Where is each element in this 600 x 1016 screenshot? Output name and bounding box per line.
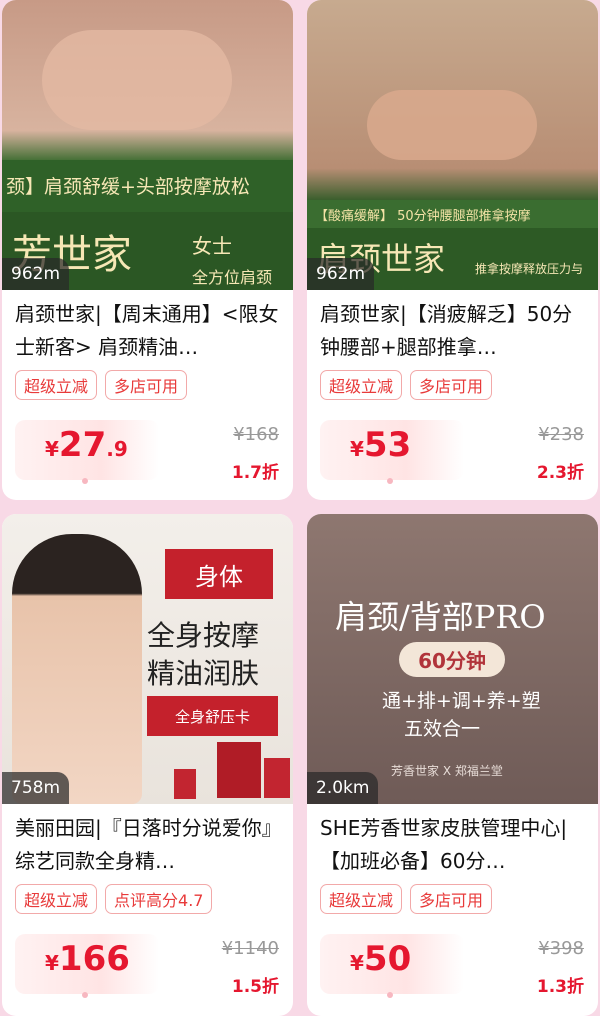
- tag-multi-store: 多店可用: [410, 884, 493, 914]
- poster-tag2: 推拿按摩释放压力与: [475, 262, 584, 276]
- poster-line2: 精油润肤: [147, 657, 260, 690]
- original-price: ¥1140: [221, 938, 279, 959]
- current-price: ¥166: [45, 939, 130, 979]
- product-title[interactable]: SHE芳香世家皮肤管理中心|【加班必备】60分…: [320, 812, 588, 878]
- tag-super-discount: 超级立减: [15, 884, 98, 914]
- tag-multi-store: 多店可用: [105, 370, 188, 400]
- hands-shape: [367, 90, 537, 160]
- poster-band: 全身舒压卡: [147, 696, 278, 736]
- price-box: ¥53: [320, 420, 464, 484]
- poster-banner-text: 颈】肩颈舒缓+头部按摩放松: [6, 176, 250, 198]
- price-dot: [387, 478, 393, 484]
- product-card[interactable]: 肩颈/背部PRO 60分钟 通+排+调+养+塑 五效合一 芳香世家 X 郑福兰堂…: [307, 514, 598, 1016]
- distance-badge: 758m: [2, 772, 70, 804]
- tag-rating: 点评高分4.7: [105, 884, 213, 914]
- gift-box-icon: [264, 758, 290, 798]
- current-price: ¥50: [350, 939, 412, 979]
- tag-super-discount: 超级立减: [320, 884, 403, 914]
- original-price: ¥168: [233, 424, 279, 445]
- gift-box-icon: [217, 742, 261, 798]
- price-dot: [82, 478, 88, 484]
- price-dot: [387, 992, 393, 998]
- price-box: ¥166: [15, 934, 159, 998]
- tag-list: 超级立减 多店可用: [15, 370, 188, 400]
- product-thumbnail[interactable]: 身体 全身按摩 精油润肤 全身舒压卡 758m: [2, 514, 293, 804]
- tag-super-discount: 超级立减: [320, 370, 403, 400]
- current-price: ¥53: [350, 425, 412, 465]
- product-title[interactable]: 美丽田园|『日落时分说爱你』综艺同款全身精…: [15, 812, 283, 878]
- poster-pill: 60分钟: [399, 642, 505, 677]
- product-card[interactable]: 【酸痛缓解】 50分钟腰腿部推拿按摩 肩颈世家 推拿按摩释放压力与 962m 肩…: [307, 0, 598, 500]
- product-grid: 颈】肩颈舒缓+头部按摩放松 芳世家 女士 全方位肩颈 962m 肩颈世家|【周末…: [0, 0, 600, 1016]
- discount-rate: 1.5折: [231, 977, 279, 997]
- discount-rate: 1.7折: [231, 463, 279, 483]
- product-card[interactable]: 身体 全身按摩 精油润肤 全身舒压卡 758m 美丽田园|『日落时分说爱你』综艺…: [2, 514, 293, 1016]
- poster-line1: 全身按摩: [147, 619, 260, 652]
- distance-badge: 962m: [2, 258, 70, 290]
- discount-rate: 1.3折: [536, 977, 584, 997]
- tag-super-discount: 超级立减: [15, 370, 98, 400]
- gift-box-icon: [174, 769, 196, 799]
- price-box: ¥27.9: [15, 420, 159, 484]
- discount-rate: 2.3折: [536, 463, 584, 483]
- poster-line2: 五效合一: [404, 718, 481, 740]
- price-box: ¥50: [320, 934, 464, 998]
- distance-badge: 962m: [307, 258, 375, 290]
- distance-badge: 2.0km: [307, 772, 379, 804]
- hand-shape: [42, 30, 232, 130]
- poster-banner: 颈】肩颈舒缓+头部按摩放松: [2, 160, 293, 212]
- tag-multi-store: 多店可用: [410, 370, 493, 400]
- tag-list: 超级立减 多店可用: [320, 884, 493, 914]
- poster-tag1: 女士: [192, 234, 232, 258]
- product-card[interactable]: 颈】肩颈舒缓+头部按摩放松 芳世家 女士 全方位肩颈 962m 肩颈世家|【周末…: [2, 0, 293, 500]
- poster-badge: 身体: [165, 549, 273, 599]
- model-silhouette: [12, 534, 142, 804]
- original-price: ¥398: [538, 938, 584, 959]
- poster-heading: 肩颈/背部PRO: [335, 598, 546, 636]
- tag-list: 超级立减 多店可用: [320, 370, 493, 400]
- current-price: ¥27.9: [45, 425, 128, 465]
- poster-tag2: 全方位肩颈: [192, 268, 273, 287]
- product-title[interactable]: 肩颈世家|【消疲解乏】50分钟腰部+腿部推拿…: [320, 298, 588, 364]
- product-thumbnail[interactable]: 【酸痛缓解】 50分钟腰腿部推拿按摩 肩颈世家 推拿按摩释放压力与 962m: [307, 0, 598, 290]
- poster-banner-text: 【酸痛缓解】 50分钟腰腿部推拿按摩: [315, 209, 531, 224]
- poster-footer: 芳香世家 X 郑福兰堂: [391, 764, 503, 778]
- product-thumbnail[interactable]: 颈】肩颈舒缓+头部按摩放松 芳世家 女士 全方位肩颈 962m: [2, 0, 293, 290]
- product-title[interactable]: 肩颈世家|【周末通用】<限女士新客> 肩颈精油…: [15, 298, 283, 364]
- original-price: ¥238: [538, 424, 584, 445]
- poster-line1: 通+排+调+养+塑: [382, 690, 541, 712]
- tag-list: 超级立减 点评高分4.7: [15, 884, 213, 914]
- product-thumbnail[interactable]: 肩颈/背部PRO 60分钟 通+排+调+养+塑 五效合一 芳香世家 X 郑福兰堂…: [307, 514, 598, 804]
- poster-banner: 【酸痛缓解】 50分钟腰腿部推拿按摩: [307, 200, 598, 228]
- price-dot: [82, 992, 88, 998]
